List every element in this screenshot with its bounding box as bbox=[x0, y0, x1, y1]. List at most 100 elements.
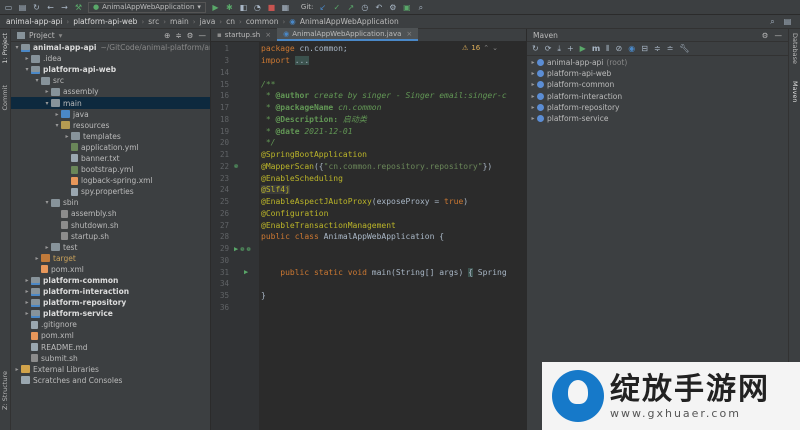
breadcrumb-item[interactable]: main bbox=[170, 17, 189, 26]
locate-icon[interactable]: ⊕ bbox=[164, 31, 170, 40]
chevron-right-icon[interactable]: ▸ bbox=[23, 308, 31, 319]
spring-bean-icon[interactable]: ❁ bbox=[246, 245, 250, 253]
tree-item[interactable]: assembly.sh bbox=[11, 208, 210, 219]
chevron-right-icon[interactable]: ▸ bbox=[33, 253, 41, 264]
tree-item[interactable]: spy.properties bbox=[11, 186, 210, 197]
breadcrumb-item[interactable]: AnimalAppWebApplication bbox=[300, 17, 399, 26]
tree-item[interactable]: ▸ assembly bbox=[11, 86, 210, 97]
tree-item[interactable]: ▸ platform-interaction bbox=[11, 286, 210, 297]
stop-icon[interactable]: ■ bbox=[267, 3, 276, 12]
chevron-right-icon[interactable]: ▸ bbox=[529, 115, 537, 122]
coverage-icon[interactable]: ◧ bbox=[239, 3, 248, 12]
reimport-icon[interactable]: ⟳ bbox=[545, 44, 552, 53]
gear-icon[interactable]: ⚙ bbox=[187, 31, 194, 40]
tree-item[interactable]: Scratches and Consoles bbox=[11, 375, 210, 386]
chevron-down-icon[interactable]: ▾ bbox=[23, 64, 31, 75]
tree-item[interactable]: ▸ .idea bbox=[11, 53, 210, 64]
breadcrumb-item[interactable]: java bbox=[200, 17, 216, 26]
tree-item[interactable]: bootstrap.yml bbox=[11, 164, 210, 175]
tree-item[interactable]: ▾ animal-app-api ~/GitCode/animal-platform… bbox=[11, 42, 210, 53]
chevron-right-icon[interactable]: ▸ bbox=[529, 81, 537, 88]
gutter-marker[interactable]: ❁ bbox=[231, 162, 259, 170]
expand-icon[interactable]: ≐ bbox=[667, 44, 674, 53]
git-update-icon[interactable]: ↙ bbox=[318, 3, 327, 12]
forward-icon[interactable]: → bbox=[60, 3, 69, 12]
download-icon[interactable]: ⤓ bbox=[557, 44, 561, 54]
run-icon[interactable]: ▶ bbox=[211, 3, 220, 12]
tree-item[interactable]: ▾ src bbox=[11, 75, 210, 86]
maven-module[interactable]: ▸ platform-api-web bbox=[527, 68, 788, 79]
tree-item[interactable]: banner.txt bbox=[11, 153, 210, 164]
gutter-marker[interactable]: ▶ bbox=[231, 268, 259, 276]
rollback-icon[interactable]: ↶ bbox=[374, 3, 383, 12]
tree-item[interactable]: ▸ platform-service bbox=[11, 308, 210, 319]
folder-icon[interactable]: ▭ bbox=[4, 3, 13, 12]
refresh-icon[interactable]: ↻ bbox=[532, 44, 539, 53]
diagram-icon[interactable]: ⊟ bbox=[641, 44, 648, 53]
history-icon[interactable]: ◷ bbox=[360, 3, 369, 12]
chevron-right-icon[interactable]: ▸ bbox=[23, 53, 31, 64]
editor-tab[interactable]: ◉ AnimalAppWebApplication.java × bbox=[277, 28, 419, 41]
tree-item[interactable]: README.md bbox=[11, 342, 210, 353]
debug-icon[interactable]: ✱ bbox=[225, 3, 234, 12]
add-icon[interactable]: + bbox=[567, 44, 574, 53]
breadcrumb-item[interactable]: common bbox=[246, 17, 279, 26]
maven-tool-tab[interactable]: Maven bbox=[791, 81, 799, 103]
tree-item[interactable]: ▸ java bbox=[11, 109, 210, 120]
tree-item[interactable]: pom.xml bbox=[11, 330, 210, 341]
project-panel-title[interactable]: Project bbox=[29, 31, 55, 40]
gear-icon[interactable]: ⚙ bbox=[762, 31, 769, 40]
spring-bean-icon[interactable]: ❁ bbox=[240, 245, 244, 253]
gutter-marker[interactable]: ▶ ❁ ❁ bbox=[231, 245, 259, 253]
save-icon[interactable]: ▤ bbox=[18, 3, 27, 12]
tree-item[interactable]: ▸ External Libraries bbox=[11, 364, 210, 375]
tree-item[interactable]: pom.xml bbox=[11, 264, 210, 275]
run-icon[interactable]: ▶ bbox=[580, 44, 586, 53]
close-icon[interactable]: × bbox=[406, 30, 412, 38]
tree-item[interactable]: startup.sh bbox=[11, 231, 210, 242]
tree-item[interactable]: ▾ resources bbox=[11, 120, 210, 131]
chevron-right-icon[interactable]: ▸ bbox=[63, 131, 71, 142]
chevron-right-icon[interactable]: ▸ bbox=[23, 275, 31, 286]
execute-goal-icon[interactable]: m bbox=[592, 44, 600, 53]
toggle-offline-icon[interactable]: ⫴ bbox=[606, 44, 609, 54]
run-gutter-icon[interactable]: ▶ bbox=[234, 245, 238, 253]
chevron-right-icon[interactable]: ▸ bbox=[43, 86, 51, 97]
hammer-icon[interactable]: ⚒ bbox=[74, 3, 83, 12]
chevron-right-icon[interactable]: ▸ bbox=[529, 70, 537, 77]
hide-icon[interactable]: — bbox=[199, 31, 207, 40]
chevron-right-icon[interactable]: ▸ bbox=[529, 104, 537, 111]
spring-bean-icon[interactable]: ❁ bbox=[234, 162, 238, 170]
chevron-down-icon[interactable]: ▾ bbox=[33, 75, 41, 86]
chevron-right-icon[interactable]: ▸ bbox=[53, 109, 61, 120]
tree-item[interactable]: ▸ target bbox=[11, 253, 210, 264]
breadcrumb-item[interactable]: platform-api-web bbox=[73, 17, 137, 26]
wrench-icon[interactable]: 🔧︎ bbox=[679, 44, 689, 53]
tree-item[interactable]: application.yml bbox=[11, 142, 210, 153]
database-tool-tab[interactable]: Database bbox=[791, 33, 799, 64]
chevron-down-icon[interactable]: ▾ bbox=[43, 98, 51, 109]
search-everywhere-icon[interactable]: ⌕ bbox=[768, 17, 777, 26]
chevron-down-icon[interactable]: ▾ bbox=[43, 197, 51, 208]
tree-item[interactable]: .gitignore bbox=[11, 319, 210, 330]
tree-item[interactable]: ▸ templates bbox=[11, 131, 210, 142]
tree-item[interactable]: ▸ platform-repository bbox=[11, 297, 210, 308]
chevron-right-icon[interactable]: ▸ bbox=[529, 93, 537, 100]
maven-module[interactable]: ▸ platform-service bbox=[527, 113, 788, 124]
build-icon[interactable]: ▦ bbox=[281, 3, 290, 12]
back-icon[interactable]: ← bbox=[46, 3, 55, 12]
breadcrumb-item[interactable]: cn bbox=[226, 17, 235, 26]
maven-module[interactable]: ▸ platform-common bbox=[527, 79, 788, 90]
tree-item[interactable]: submit.sh bbox=[11, 353, 210, 364]
plugin-icon[interactable]: ▣ bbox=[402, 3, 411, 12]
chevron-down-icon[interactable]: ▾ bbox=[13, 42, 21, 53]
project-tool-tab[interactable]: 1: Project bbox=[1, 33, 9, 64]
breadcrumb-item[interactable]: src bbox=[148, 17, 159, 26]
editor-tab[interactable]: ▪ startup.sh × bbox=[211, 28, 277, 41]
close-icon[interactable]: × bbox=[265, 31, 271, 39]
tree-item[interactable]: ▾ sbin bbox=[11, 197, 210, 208]
run-gutter-icon[interactable]: ▶ bbox=[244, 268, 248, 276]
breadcrumb-item[interactable]: animal-app-api bbox=[6, 17, 62, 26]
maven-module[interactable]: ▸ platform-repository bbox=[527, 102, 788, 113]
chevron-right-icon[interactable]: ▸ bbox=[13, 364, 21, 375]
